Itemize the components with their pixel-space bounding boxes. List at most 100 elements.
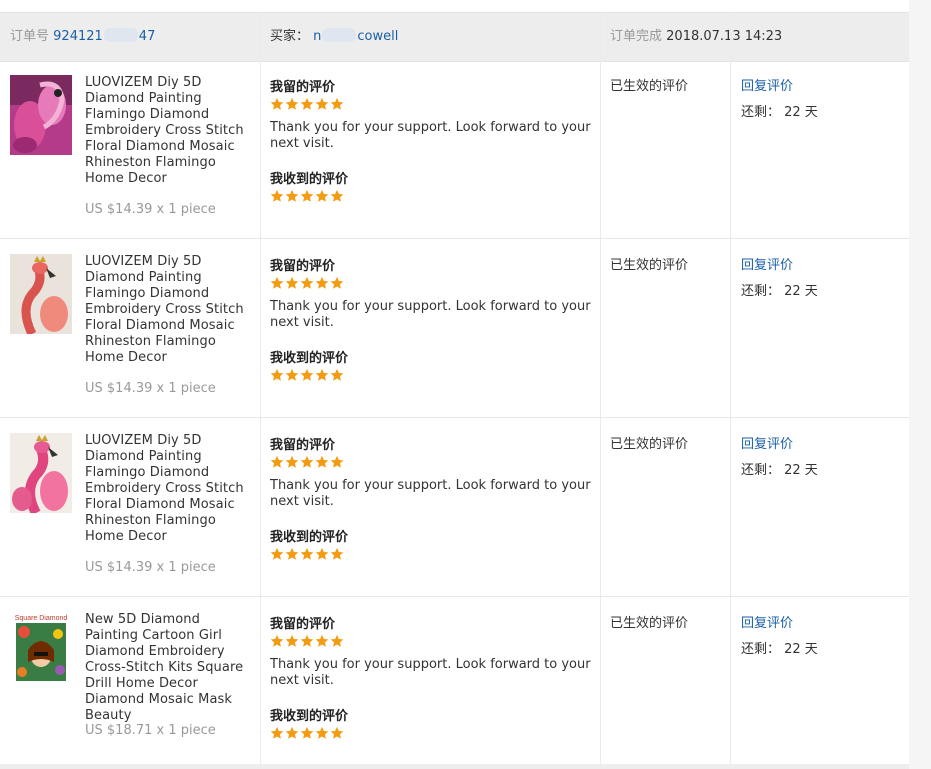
order-header: 订单号 924121 47 买家： n cowell 订单完成 2018.07.13… <box>0 12 909 62</box>
star-icon <box>270 276 284 289</box>
product-thumbnail[interactable]: Square Diamond <box>10 612 72 684</box>
review-status: 已生效的评价 <box>610 258 689 273</box>
star-icon <box>285 455 299 468</box>
received-review-title: 我收到的评价 <box>270 351 349 366</box>
received-review-title: 我收到的评价 <box>270 530 349 545</box>
star-icon <box>300 276 314 289</box>
days-remaining: 还剩： 22 天 <box>741 284 818 299</box>
star-icon <box>270 455 284 468</box>
reply-review-link[interactable]: 回复评价 <box>741 612 793 631</box>
star-icon <box>315 547 329 560</box>
product-thumbnail[interactable] <box>10 433 72 513</box>
star-icon <box>300 189 314 202</box>
star-icon <box>300 726 314 739</box>
star-icon <box>315 726 329 739</box>
review-status: 已生效的评价 <box>610 616 689 631</box>
days-remaining: 还剩： 22 天 <box>741 463 818 478</box>
star-icon <box>315 97 329 110</box>
order-item-row: LUOVIZEM Diy 5D Diamond Painting Flaming… <box>0 240 909 418</box>
reply-review-link[interactable]: 回复评价 <box>741 433 793 452</box>
star-icon <box>300 368 314 381</box>
star-icon <box>330 634 344 647</box>
star-icon <box>300 455 314 468</box>
received-review-stars <box>270 726 344 740</box>
order-item-row: LUOVIZEM Diy 5D Diamond Painting Flaming… <box>0 61 909 239</box>
completed-time: 2018.07.13 14:23 <box>666 29 783 44</box>
product-price: US $18.71 x 1 piece <box>85 723 216 738</box>
product-price: US $14.39 x 1 piece <box>85 381 216 396</box>
product-name-link[interactable]: LUOVIZEM Diy 5D Diamond Painting Flaming… <box>85 433 257 545</box>
star-icon <box>300 547 314 560</box>
product-thumbnail[interactable] <box>10 254 72 334</box>
thumbnail-caption: Square Diamond <box>15 615 68 622</box>
received-review-title: 我收到的评价 <box>270 172 349 187</box>
star-icon <box>315 634 329 647</box>
star-icon <box>330 276 344 289</box>
review-status: 已生效的评价 <box>610 79 689 94</box>
star-icon <box>285 97 299 110</box>
received-review-stars <box>270 368 344 382</box>
footer-bar <box>0 764 909 769</box>
my-review-title: 我留的评价 <box>270 438 336 453</box>
order-item-row: LUOVIZEM Diy 5D Diamond Painting Flaming… <box>0 419 909 597</box>
star-icon <box>330 726 344 739</box>
my-review-text: Thank you for your support. Look forward… <box>270 299 591 330</box>
star-icon <box>270 189 284 202</box>
buyer-name-link[interactable]: n cowell <box>313 28 398 44</box>
redaction-blur <box>322 28 357 42</box>
buyer-info: 买家： n cowell <box>270 13 398 61</box>
order-label: 订单号 <box>10 29 50 44</box>
product-price: US $14.39 x 1 piece <box>85 202 216 217</box>
star-icon <box>270 368 284 381</box>
star-icon <box>315 276 329 289</box>
order-completed: 订单完成 2018.07.13 14:23 <box>610 13 782 61</box>
received-review-title: 我收到的评价 <box>270 709 349 724</box>
star-icon <box>300 97 314 110</box>
star-icon <box>330 97 344 110</box>
star-icon <box>330 547 344 560</box>
my-review-title: 我留的评价 <box>270 80 336 95</box>
star-icon <box>285 726 299 739</box>
review-status: 已生效的评价 <box>610 437 689 452</box>
product-name-link[interactable]: LUOVIZEM Diy 5D Diamond Painting Flaming… <box>85 254 257 366</box>
my-review-title: 我留的评价 <box>270 259 336 274</box>
my-review-title: 我留的评价 <box>270 617 336 632</box>
my-review-text: Thank you for your support. Look forward… <box>270 120 591 151</box>
scroll-gutter <box>909 0 931 769</box>
my-review-text: Thank you for your support. Look forward… <box>270 478 591 509</box>
reply-review-link[interactable]: 回复评价 <box>741 75 793 94</box>
days-remaining: 还剩： 22 天 <box>741 105 818 120</box>
star-icon <box>285 634 299 647</box>
completed-label: 订单完成 <box>610 29 663 44</box>
star-icon <box>315 368 329 381</box>
star-icon <box>285 368 299 381</box>
star-icon <box>270 634 284 647</box>
order-item-row: Square Diamond New 5D Diamond Painting C… <box>0 598 909 764</box>
buyer-label: 买家： <box>270 29 310 44</box>
product-name-link[interactable]: LUOVIZEM Diy 5D Diamond Painting Flaming… <box>85 75 257 187</box>
received-review-stars <box>270 547 344 561</box>
my-review-stars <box>270 276 344 290</box>
star-icon <box>315 189 329 202</box>
days-remaining: 还剩： 22 天 <box>741 642 818 657</box>
star-icon <box>285 547 299 560</box>
my-review-stars <box>270 634 344 648</box>
order-number-link[interactable]: 924121 47 <box>53 28 155 44</box>
star-icon <box>300 634 314 647</box>
reply-review-link[interactable]: 回复评价 <box>741 254 793 273</box>
star-icon <box>330 455 344 468</box>
received-review-stars <box>270 189 344 203</box>
product-thumbnail[interactable] <box>10 75 72 155</box>
star-icon <box>285 276 299 289</box>
my-review-stars <box>270 97 344 111</box>
redaction-blur <box>103 28 138 42</box>
order-number: 订单号 924121 47 <box>10 13 155 61</box>
star-icon <box>285 189 299 202</box>
star-icon <box>330 189 344 202</box>
star-icon <box>330 368 344 381</box>
star-icon <box>270 97 284 110</box>
order-review-panel: 订单号 924121 47 买家： n cowell 订单完成 2018.07.13… <box>0 0 909 769</box>
product-price: US $14.39 x 1 piece <box>85 560 216 575</box>
product-name-link[interactable]: New 5D Diamond Painting Cartoon Girl Dia… <box>85 612 257 724</box>
star-icon <box>315 455 329 468</box>
